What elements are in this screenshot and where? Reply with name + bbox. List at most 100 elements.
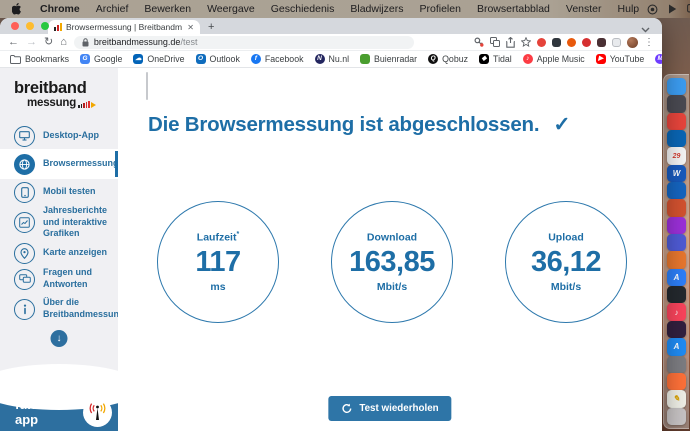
menubar-item[interactable]: Archief (88, 3, 137, 15)
menubar-item[interactable]: Profielen (411, 3, 468, 15)
tab-search-chevron-icon[interactable] (641, 20, 650, 38)
page-title: Die Browsermessung ist abgeschlossen.✓ (148, 112, 570, 137)
menubar-item[interactable]: Venster (558, 3, 610, 15)
maximize-window-button[interactable] (41, 22, 49, 30)
ext-red-icon[interactable] (582, 38, 591, 47)
sidebar-item-mobil-testen[interactable]: Mobil testen (0, 179, 118, 205)
close-window-button[interactable] (11, 22, 19, 30)
browser-toolbar: ← → ↻ ⌂ breitbandmessung.de/test ⋮ (0, 34, 662, 51)
breitbandmessung-logo[interactable]: breitband messung (14, 80, 118, 109)
sidebar-item-browsermessung[interactable]: Browsermessung (0, 149, 118, 179)
dock-blue-a-app[interactable]: A (667, 269, 686, 286)
password-key-icon[interactable] (474, 37, 484, 47)
translate-icon[interactable] (490, 37, 500, 47)
record-icon[interactable] (647, 4, 658, 15)
dock-launchpad[interactable] (667, 95, 686, 112)
dock-github[interactable] (667, 286, 686, 303)
sidebar-item-karte-anzeigen[interactable]: Karte anzeigen (0, 240, 118, 266)
dock-trash[interactable] (667, 408, 686, 425)
forward-button[interactable]: → (26, 37, 37, 48)
play-icon[interactable] (668, 4, 677, 14)
profile-avatar[interactable] (627, 37, 638, 48)
funkloch-antenna-icon (83, 398, 112, 427)
bookmark-item[interactable]: ◆Tidal (479, 54, 512, 64)
mobile-phone-icon (14, 182, 35, 203)
ext-dark-icon[interactable] (552, 38, 561, 47)
menubar-item[interactable]: Weergave (199, 3, 263, 15)
dock-blue-app[interactable] (667, 234, 686, 251)
bookmark-item[interactable]: Buienradar (360, 54, 417, 64)
side-panel-icon[interactable] (612, 38, 621, 47)
bookmark-folder[interactable]: Bookmarks (10, 54, 69, 64)
bookmark-item[interactable]: OOutlook (196, 54, 240, 64)
tab-close-icon[interactable]: ✕ (187, 23, 194, 32)
home-button[interactable]: ⌂ (60, 37, 67, 48)
bookmark-item[interactable]: GGoogle (80, 54, 122, 64)
bookmark-item[interactable]: NNu.nl (315, 54, 350, 64)
dock-music[interactable]: ♪ (667, 303, 686, 320)
bookmark-favicon: N (315, 54, 325, 64)
bookmark-item[interactable]: MHBO Max (655, 54, 662, 64)
dock-purple-app[interactable] (667, 217, 686, 234)
repeat-test-button[interactable]: Test wiederholen (328, 396, 451, 421)
back-button[interactable]: ← (8, 37, 19, 48)
extensions-puzzle-icon[interactable] (597, 38, 606, 47)
folder-icon (10, 55, 21, 64)
bookmark-favicon: ☁ (133, 54, 143, 64)
menubar-item[interactable]: Bladwijzers (342, 3, 411, 15)
metric-label: Download (367, 231, 417, 244)
signal-meter-icon (78, 101, 96, 108)
share-icon[interactable] (506, 37, 515, 48)
sidebar-item-fragen-antworten[interactable]: Fragen und Antworten (0, 266, 118, 292)
dock-orange-app[interactable] (667, 251, 686, 268)
menubar-item[interactable]: Geschiedenis (263, 3, 343, 15)
bookmark-item[interactable]: QQobuz (428, 54, 468, 64)
sidebar: breitband messung Desktop-App (0, 68, 118, 431)
bookmark-item[interactable]: ♪Apple Music (523, 54, 585, 64)
sidebar-item-ueber[interactable]: Über die Breitbandmessung (0, 292, 118, 326)
dock-word[interactable]: W (667, 165, 686, 182)
bookmark-item[interactable]: fFacebook (251, 54, 304, 64)
scroll-down-arrow-icon[interactable]: ↓ (51, 330, 68, 347)
new-tab-button[interactable]: + (208, 20, 214, 34)
metric-unit: Mbit/s (551, 281, 581, 293)
minimize-window-button[interactable] (26, 22, 34, 30)
dock-office[interactable] (667, 199, 686, 216)
bookmark-favicon: O (196, 54, 206, 64)
dock-appstore[interactable]: A (667, 338, 686, 355)
address-bar[interactable]: breitbandmessung.de/test (74, 36, 414, 49)
bookmark-star-icon[interactable] (521, 37, 531, 47)
metric-circle-download: Download 163,85 Mbit/s (331, 201, 453, 323)
dock-notes[interactable]: ✎ (667, 390, 686, 407)
map-pin-icon (14, 243, 35, 264)
dock-outlook[interactable] (667, 182, 686, 199)
dock-artwork[interactable] (667, 321, 686, 338)
bookmark-item[interactable]: ☁OneDrive (133, 54, 184, 64)
menubar-item[interactable]: Bewerken (136, 3, 199, 15)
dock-settings[interactable] (667, 356, 686, 373)
chat-bubbles-icon (14, 269, 35, 290)
apple-menu-icon[interactable] (12, 3, 22, 15)
browser-menu-icon[interactable]: ⋮ (644, 37, 654, 48)
menubar-item[interactable]: Chrome (32, 3, 88, 15)
sidebar-item-jahresberichte[interactable]: Jahresberichte und interaktive Grafiken (0, 205, 118, 240)
reload-button[interactable]: ↻ (44, 37, 53, 48)
funkloch-app-label: funkloch-app (15, 398, 77, 427)
dock-edge[interactable] (667, 130, 686, 147)
main-content: Die Browsermessung ist abgeschlossen.✓ L… (118, 68, 662, 431)
sidebar-nav: Desktop-App Browsermessung Mobil testen (0, 123, 118, 326)
scrollbar-thumb[interactable] (146, 72, 148, 100)
dock-finder[interactable] (667, 78, 686, 95)
metric-unit: Mbit/s (377, 281, 407, 293)
menubar-item[interactable]: Browsertabblad (469, 3, 558, 15)
ext-blocker-icon[interactable] (537, 38, 546, 47)
browser-tab[interactable]: Browsermessung | Breitbandm ✕ (48, 20, 200, 34)
dock-calendar[interactable]: 29 (667, 147, 686, 164)
dock-firefox[interactable] (667, 373, 686, 390)
bookmark-item[interactable]: ▶YouTube (596, 54, 645, 64)
menubar-item[interactable]: Hulp (610, 3, 648, 15)
metric-value: 163,85 (349, 246, 435, 279)
dock-chrome[interactable] (667, 113, 686, 130)
sidebar-item-desktop-app[interactable]: Desktop-App (0, 123, 118, 149)
ext-ring-icon[interactable] (567, 38, 576, 47)
